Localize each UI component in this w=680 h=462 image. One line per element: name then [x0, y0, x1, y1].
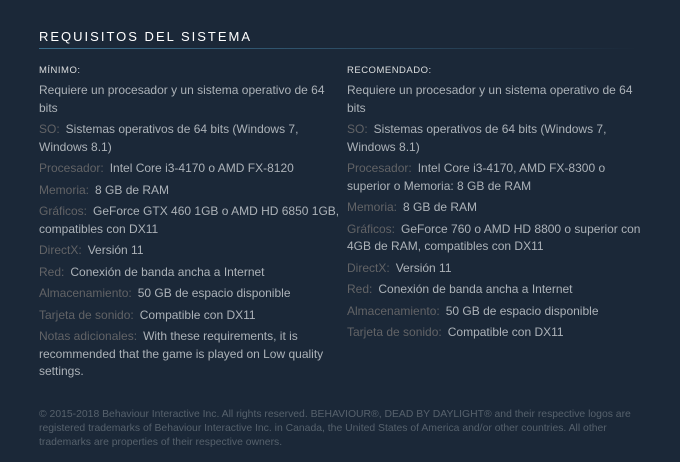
recommended-sound-card: Tarjeta de sonido: Compatible con DX11: [347, 324, 649, 342]
minimum-heading: MÍNIMO:: [39, 65, 81, 76]
requirement-value: Sistemas operativos de 64 bits (Windows …: [39, 122, 299, 154]
recommended-memory: Memoria: 8 GB de RAM: [347, 199, 649, 217]
requirement-value: 8 GB de RAM: [95, 182, 170, 197]
requirement-label: Tarjeta de sonido:: [39, 307, 134, 322]
requirement-label: SO:: [347, 122, 368, 136]
requirement-label: Almacenamiento:: [347, 303, 440, 318]
requirement-value: 50 GB de espacio disponible: [137, 286, 291, 300]
recommended-directx: DirectX: Versión 11: [347, 260, 649, 278]
minimum-processor: Procesador: Intel Core i3-4170 o AMD FX-8…: [39, 160, 341, 178]
requirement-value: Conexión de banda ancha a Internet: [70, 264, 265, 279]
recommended-intro: Requiere un procesador y un sistema oper…: [347, 83, 633, 115]
requirement-label: Notas adicionales:: [39, 329, 138, 343]
minimum-requirements-column: MÍNIMO: Requiere un procesador y un sist…: [39, 65, 341, 385]
requirement-label: Red:: [347, 282, 373, 296]
requirement-label: DirectX:: [347, 260, 390, 275]
recommended-storage: Almacenamiento: 50 GB de espacio disponib…: [347, 303, 649, 321]
recommended-requirements-list: Requiere un procesador y un sistema oper…: [347, 82, 649, 342]
requirement-value: Compatible con DX11: [139, 307, 256, 322]
minimum-requirements-list: Requiere un procesador y un sistema oper…: [39, 82, 341, 381]
requirement-value: 50 GB de espacio disponible: [445, 303, 599, 318]
requirement-value: Conexión de banda ancha a Internet: [378, 282, 573, 296]
requirement-label: Tarjeta de sonido:: [347, 325, 442, 339]
minimum-notes: Notas adicionales: With these requirement…: [39, 328, 341, 381]
requirement-label: Almacenamiento:: [39, 286, 132, 300]
system-requirements-panel: REQUISITOS DEL SISTEMA MÍNIMO: Requiere …: [0, 0, 680, 462]
requirement-label: Gráficos:: [39, 204, 88, 218]
requirement-label: Procesador:: [347, 161, 412, 175]
minimum-directx: DirectX: Versión 11: [39, 242, 341, 260]
requirement-label: Gráficos:: [347, 221, 396, 236]
minimum-memory: Memoria: 8 GB de RAM: [39, 182, 341, 200]
recommended-requirements-column: RECOMENDADO: Requiere un procesador y un…: [347, 65, 649, 346]
requirement-value: Versión 11: [395, 260, 452, 275]
recommended-network: Red: Conexión de banda ancha a Internet: [347, 281, 649, 299]
minimum-graphics: Gráficos: GeForce GTX 460 1GB o AMD HD 68…: [39, 203, 341, 238]
requirement-label: SO:: [39, 122, 60, 136]
recommended-processor: Procesador: Intel Core i3-4170, AMD FX-83…: [347, 160, 649, 195]
requirement-value: Versión 11: [87, 243, 144, 257]
title-divider: [39, 48, 639, 49]
requirement-value: Intel Core i3-4170 o AMD FX-8120: [109, 161, 294, 175]
minimum-storage: Almacenamiento: 50 GB de espacio disponib…: [39, 285, 341, 303]
minimum-os: SO: Sistemas operativos de 64 bits (Windo…: [39, 121, 341, 156]
requirement-value: 8 GB de RAM: [403, 200, 478, 214]
minimum-intro: Requiere un procesador y un sistema oper…: [39, 83, 325, 115]
requirement-label: Memoria:: [39, 182, 90, 197]
requirement-value: Compatible con DX11: [447, 325, 564, 339]
requirement-label: DirectX:: [39, 243, 82, 257]
requirement-label: Memoria:: [347, 200, 398, 214]
minimum-sound-card: Tarjeta de sonido: Compatible con DX11: [39, 307, 341, 325]
requirement-value: Sistemas operativos de 64 bits (Windows …: [347, 122, 607, 154]
requirement-label: Procesador:: [39, 161, 104, 175]
recommended-graphics: Gráficos: GeForce 760 o AMD HD 8800 o sup…: [347, 221, 649, 256]
section-title: REQUISITOS DEL SISTEMA: [39, 29, 253, 44]
minimum-network: Red: Conexión de banda ancha a Internet: [39, 264, 341, 282]
legal-notice: © 2015-2018 Behaviour Interactive Inc. A…: [39, 409, 631, 448]
recommended-os: SO: Sistemas operativos de 64 bits (Windo…: [347, 121, 649, 156]
requirement-label: Red:: [39, 264, 65, 279]
recommended-heading: RECOMENDADO:: [347, 65, 432, 76]
